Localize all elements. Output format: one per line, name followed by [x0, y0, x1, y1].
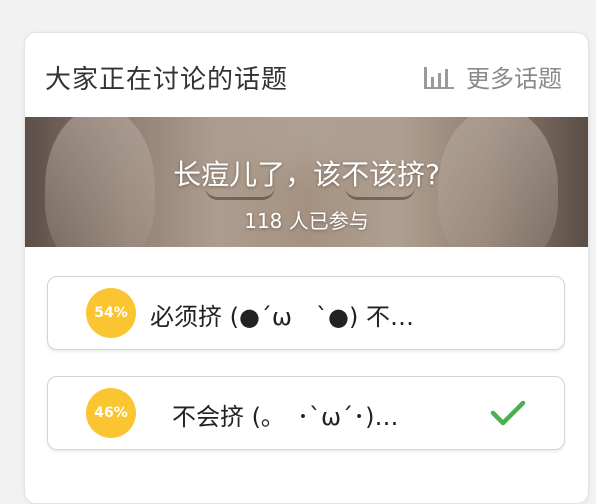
card-title: 大家正在讨论的话题 — [45, 65, 289, 95]
option-label: 必须挤 (●´ω `●) 不… — [150, 303, 414, 331]
percent-badge: 54% — [86, 288, 136, 338]
topic-card: 大家正在讨论的话题 更多话题 长痘儿了，该不该挤? 118 人已参与 54% 必… — [24, 32, 589, 504]
participant-count: 118 人已参与 — [244, 209, 369, 233]
bar-chart-icon — [424, 66, 454, 89]
percent-badge: 46% — [86, 388, 136, 438]
topic-banner[interactable]: 长痘儿了，该不该挤? 118 人已参与 — [25, 117, 588, 247]
topic-question: 长痘儿了，该不该挤? — [173, 158, 440, 191]
card-header: 大家正在讨论的话题 更多话题 — [25, 33, 588, 117]
checkmark-icon — [490, 400, 526, 426]
more-topics-label: 更多话题 — [466, 65, 562, 93]
more-topics-link[interactable]: 更多话题 — [422, 59, 562, 94]
option-label: 不会挤 (｡ ･`ω´･)… — [172, 403, 399, 431]
vote-option-2[interactable]: 46% 不会挤 (｡ ･`ω´･)… — [47, 376, 565, 450]
vote-option-1[interactable]: 54% 必须挤 (●´ω `●) 不… — [47, 276, 565, 350]
